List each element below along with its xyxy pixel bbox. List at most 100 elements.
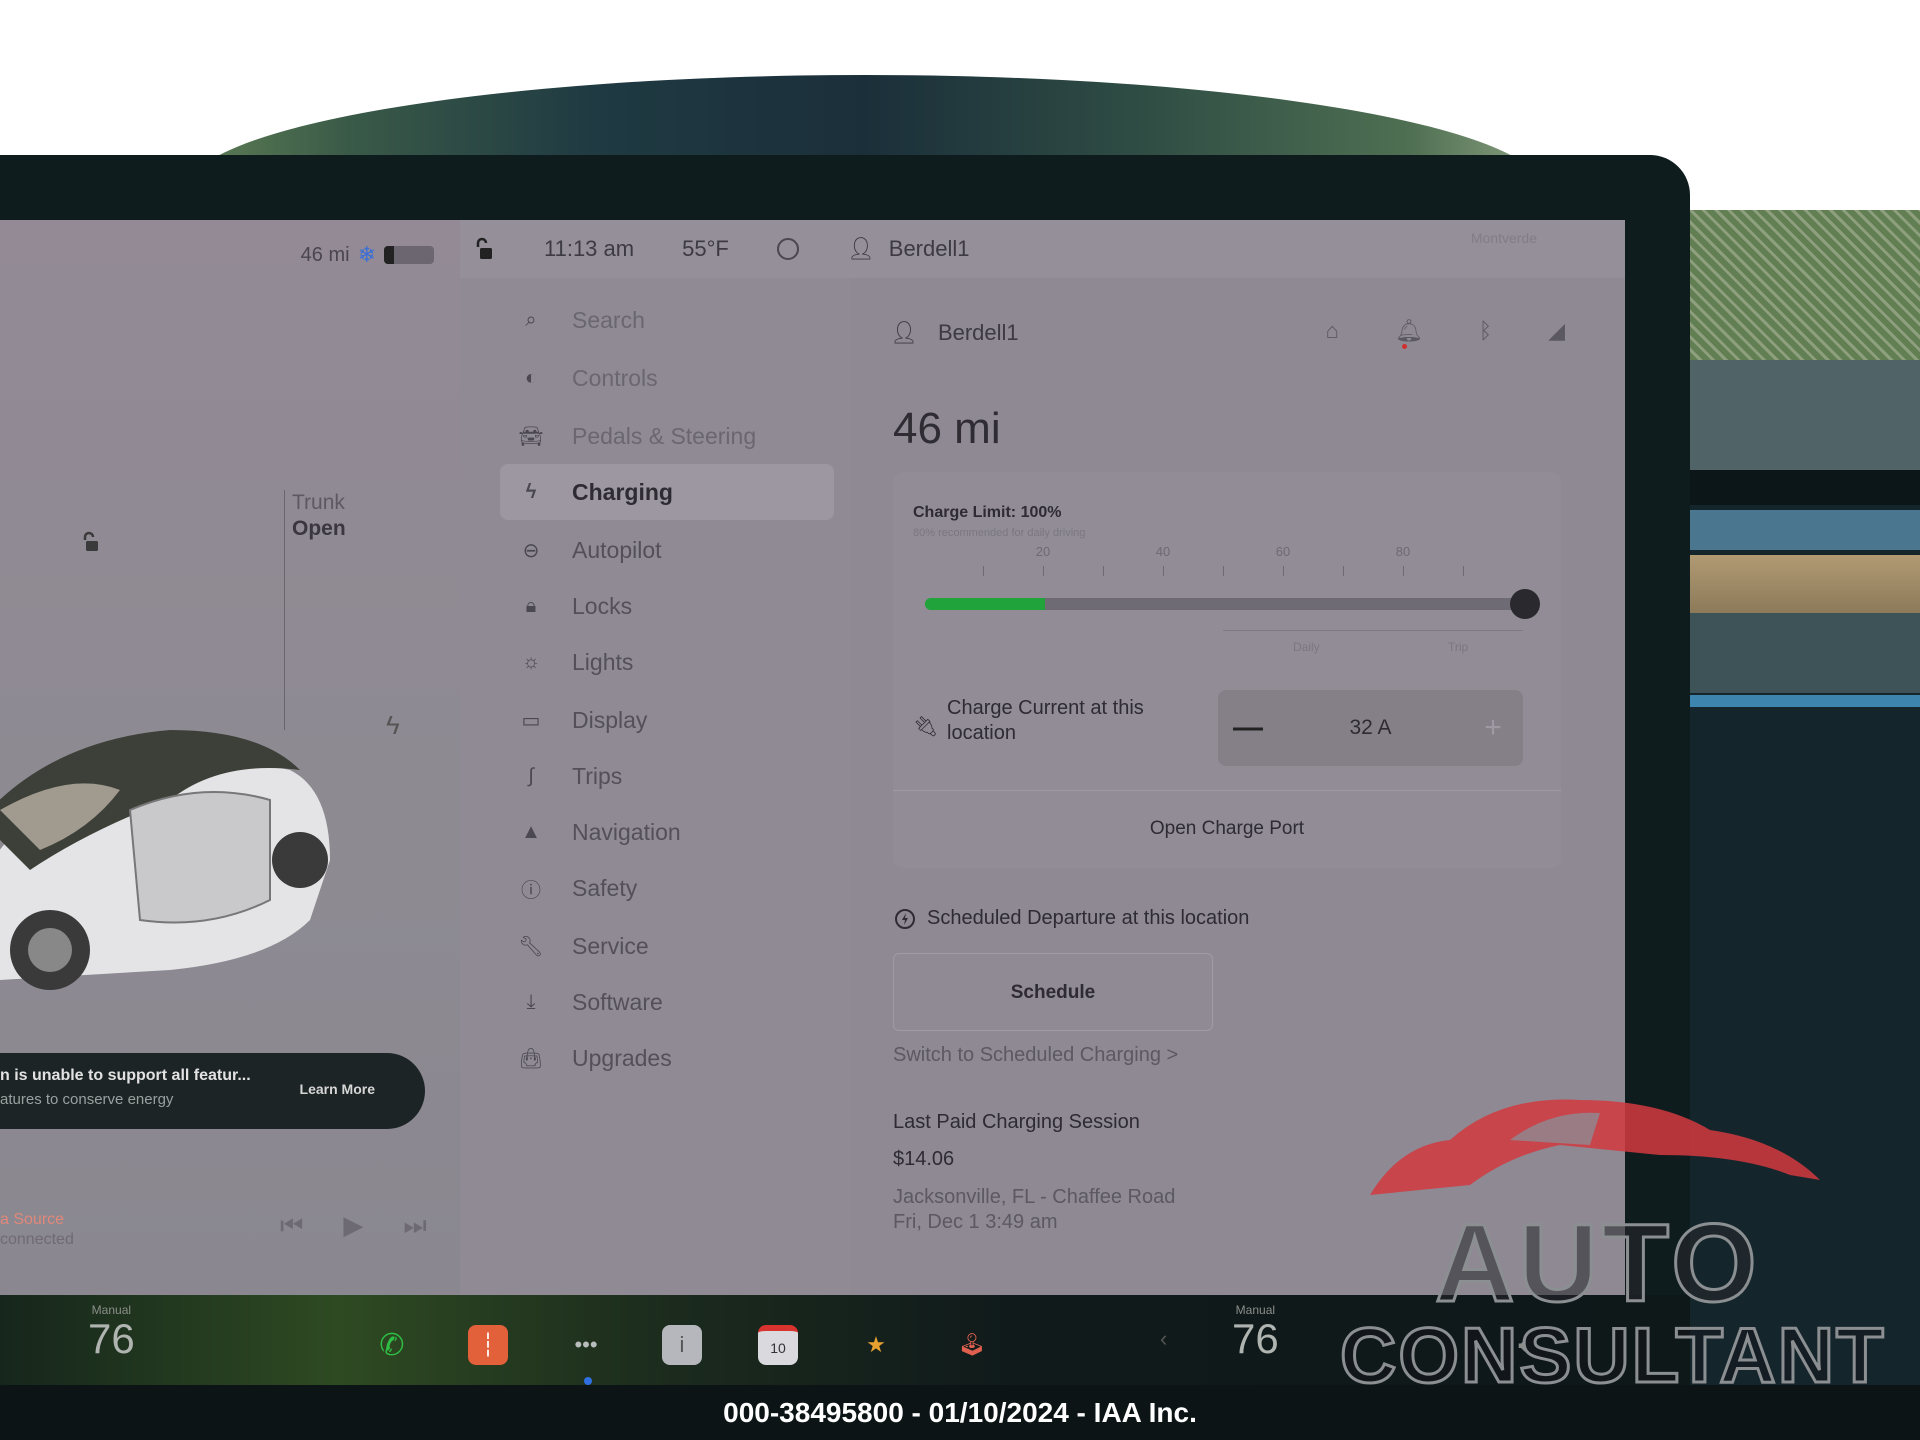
more-apps-icon[interactable]: •••: [566, 1325, 606, 1365]
search-icon: ⌕: [525, 308, 537, 331]
passenger-temp-decrease-icon[interactable]: ‹: [1160, 1303, 1167, 1361]
nav-item-search[interactable]: ⌕ Search: [500, 292, 834, 348]
play-icon[interactable]: ▶: [343, 1210, 363, 1242]
nav-item-software[interactable]: ⤓ Software: [500, 974, 834, 1030]
last-session-location: Jacksonville, FL - Chaffee Road: [893, 1186, 1176, 1208]
increase-current-button[interactable]: +: [1463, 711, 1523, 745]
nav-item-upgrades[interactable]: 👜︎ Upgrades: [500, 1030, 834, 1086]
phone-app-icon[interactable]: ✆: [372, 1325, 412, 1365]
nav-item-locks[interactable]: 🔒︎ Locks: [500, 578, 834, 634]
scheduled-departure-heading: Scheduled Departure at this location: [893, 906, 1249, 930]
nav-item-display[interactable]: ▭ Display: [500, 692, 834, 748]
driver-climate[interactable]: Manual 76: [88, 1303, 135, 1361]
charge-settings-card: Charge Limit: 100% 80% recommended for d…: [893, 472, 1561, 868]
scale-tick-label: 20: [1035, 544, 1051, 559]
bolt-icon: ϟ: [525, 480, 537, 503]
switch-to-scheduled-charging-link[interactable]: Switch to Scheduled Charging >: [893, 1044, 1178, 1067]
active-app-indicator: [584, 1377, 592, 1385]
nav-item-label: Service: [572, 932, 649, 959]
bluetooth-icon[interactable]: ᛒ: [1479, 318, 1492, 344]
range-readout: 46 mi: [300, 243, 350, 266]
photo-stage: 46 mi ❄ Trunk Open ϟ n is unable to supp…: [0, 0, 1920, 1440]
schedule-button[interactable]: Schedule: [893, 953, 1213, 1031]
nav-item-label: Display: [572, 706, 648, 733]
charge-limit-recommendation: 80% recommended for daily driving: [913, 527, 1086, 539]
charge-current-stepper: — 32 A +: [1218, 690, 1523, 766]
current-charge-fill: [925, 598, 1045, 610]
scale-tick: [1043, 566, 1044, 576]
daily-trip-bracket: [1223, 630, 1523, 631]
passenger-climate[interactable]: Manual 76: [1232, 1303, 1279, 1361]
nav-item-pedals-steering[interactable]: 🚘︎ Pedals & Steering: [500, 408, 834, 464]
garage-icon[interactable]: ⌂: [1326, 318, 1339, 344]
sentry-icon[interactable]: [776, 238, 799, 260]
profile-name: Berdell1: [937, 320, 1019, 345]
snowflake-icon: ❄: [357, 242, 376, 267]
lte-signal-icon: ◢: [1548, 318, 1565, 343]
clock: 11:13 am: [544, 236, 635, 261]
nav-item-lights[interactable]: ☼ Lights: [500, 634, 834, 690]
scheduled-departure-label: Scheduled Departure at this location: [927, 906, 1250, 929]
nav-item-safety[interactable]: ⓘ Safety: [500, 860, 834, 916]
scale-tick: [983, 566, 984, 576]
nav-item-label: Software: [572, 988, 663, 1015]
arcade-app-icon[interactable]: 🕹︎: [952, 1325, 992, 1365]
trunk-button[interactable]: Trunk Open: [292, 490, 346, 542]
voice-memo-app-icon[interactable]: ┆: [468, 1325, 508, 1365]
app-dock: Manual 76 ✆ ┆ ••• i 10 ★ 🕹︎ ‹ Manual 76 …: [0, 1295, 1690, 1385]
nav-item-trips[interactable]: ∫ Trips: [500, 748, 834, 804]
profile-header[interactable]: 👤︎ Berdell1: [890, 320, 1019, 346]
unlocked-padlock-icon[interactable]: [474, 237, 496, 261]
nav-item-charging[interactable]: ϟ Charging: [500, 464, 834, 520]
manual-app-icon[interactable]: i: [662, 1325, 702, 1365]
nav-item-service[interactable]: 🔧︎ Service: [500, 918, 834, 974]
scale-tick: [1463, 566, 1464, 576]
unlocked-padlock-icon[interactable]: [78, 530, 102, 554]
scale-tick: [1283, 566, 1284, 576]
dashboard-background: [1690, 210, 1920, 1440]
charge-limit-slider[interactable]: [925, 589, 1540, 619]
charge-limit-scale: 20 40 60 80: [923, 544, 1523, 584]
nav-item-label: Charging: [572, 478, 673, 505]
nav-item-label: Controls: [572, 364, 658, 391]
charge-current-row: 🔌︎ Charge Current at this location — 32 …: [913, 690, 1543, 770]
calendar-app-icon[interactable]: 10: [758, 1325, 798, 1365]
scale-tick-label: 40: [1155, 544, 1171, 559]
charge-current-value: 32 A: [1349, 716, 1392, 739]
charge-limit-label: Charge Limit: 100%: [913, 504, 1062, 521]
charge-current-label: Charge Current at this location: [947, 697, 1144, 744]
nav-item-label: Search: [572, 306, 645, 333]
scale-tick: [1403, 566, 1404, 576]
decrease-current-button[interactable]: —: [1218, 711, 1278, 745]
settings-nav: ⌕ Search ◐ Controls 🚘︎ Pedals & Steering ϟ Char…: [460, 278, 850, 1295]
light-icon: ☼: [521, 650, 541, 673]
open-charge-port-button[interactable]: Open Charge Port: [893, 804, 1561, 854]
nav-item-autopilot[interactable]: ⊖ Autopilot: [500, 522, 834, 578]
toggle-icon: ◐: [524, 366, 538, 389]
daily-zone-label: Daily: [1293, 640, 1320, 654]
nav-item-label: Upgrades: [572, 1044, 672, 1071]
learn-more-button[interactable]: Learn More: [300, 1081, 375, 1097]
profile-button[interactable]: 👤︎ Berdell1: [847, 236, 970, 262]
estimated-range: 46 mi: [893, 404, 1001, 453]
media-source-status: connected: [0, 1231, 74, 1248]
nav-item-label: Lights: [572, 648, 634, 675]
charge-limit-handle[interactable]: [1510, 589, 1540, 619]
nav-item-controls[interactable]: ◐ Controls: [500, 350, 834, 406]
last-paid-session-price: $14.06: [893, 1148, 955, 1170]
photo-caption: 000-38495800 - 01/10/2024 - IAA Inc.: [0, 1385, 1920, 1440]
nav-item-navigation[interactable]: ▲ Navigation: [500, 804, 834, 860]
next-track-icon[interactable]: ⏭: [403, 1210, 426, 1242]
scale-tick-label: 80: [1395, 544, 1411, 559]
previous-track-icon[interactable]: ⏮: [280, 1210, 303, 1242]
charging-panel: 👤︎ Berdell1 ⌂ 🔔︎ ᛒ ◢ 46 mi Charge Limit:…: [850, 278, 1625, 1295]
toybox-app-icon[interactable]: ★: [856, 1325, 896, 1365]
person-icon: 👤︎: [890, 320, 918, 345]
trip-zone-label: Trip: [1448, 640, 1469, 654]
nav-item-label: Navigation: [572, 818, 681, 845]
energy-notice-banner: n is unable to support all featur... atu…: [0, 1053, 425, 1129]
bell-icon[interactable]: 🔔︎: [1395, 318, 1423, 349]
media-source[interactable]: a Source connected: [0, 1210, 74, 1250]
volume-icon[interactable]: 🔈︎: [1505, 1325, 1545, 1365]
lock-icon: 🔒︎: [525, 594, 537, 617]
